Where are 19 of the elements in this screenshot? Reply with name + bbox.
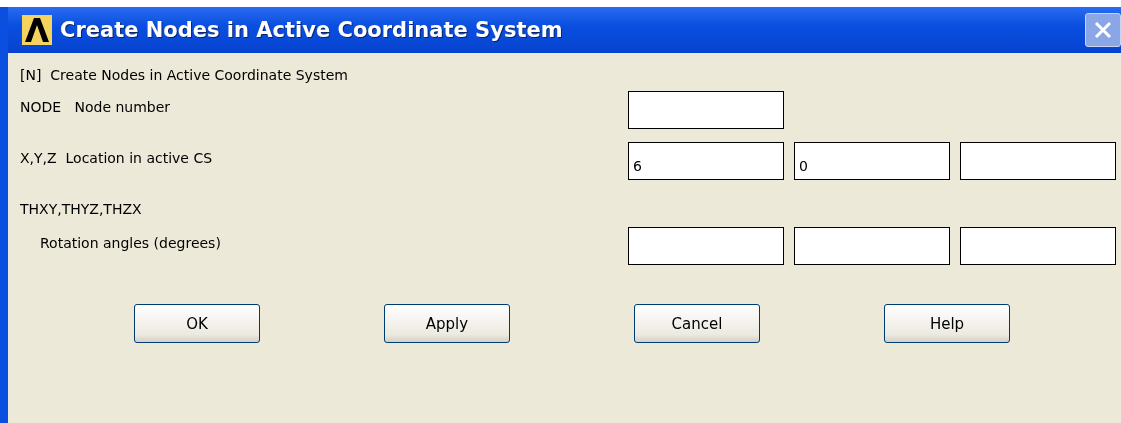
input-field[interactable] — [628, 227, 784, 265]
input-field[interactable]: 6 — [628, 142, 784, 180]
dialog-button[interactable]: Help — [884, 304, 1010, 343]
close-icon — [1093, 20, 1113, 40]
window-title: Create Nodes in Active Coordinate System — [60, 18, 563, 42]
dialog-button[interactable]: Apply — [384, 304, 510, 343]
input-field[interactable] — [794, 227, 950, 265]
field-label: THXY,THYZ,THZX — [20, 200, 143, 217]
field-label: X,Y,Z Location in active CS — [20, 149, 214, 166]
field-label: NODE Node number — [20, 98, 172, 115]
input-field[interactable] — [960, 142, 1116, 180]
input-field[interactable]: 0 — [794, 142, 950, 180]
field-label: Rotation angles (degrees) — [39, 234, 222, 251]
input-field[interactable] — [960, 227, 1116, 265]
dialog-heading: [N] Create Nodes in Active Coordinate System — [20, 67, 349, 85]
dialog-button[interactable]: Cancel — [634, 304, 760, 343]
input-field[interactable] — [628, 91, 784, 129]
dialog-button[interactable]: OK — [134, 304, 260, 343]
logo-icon — [22, 15, 52, 45]
